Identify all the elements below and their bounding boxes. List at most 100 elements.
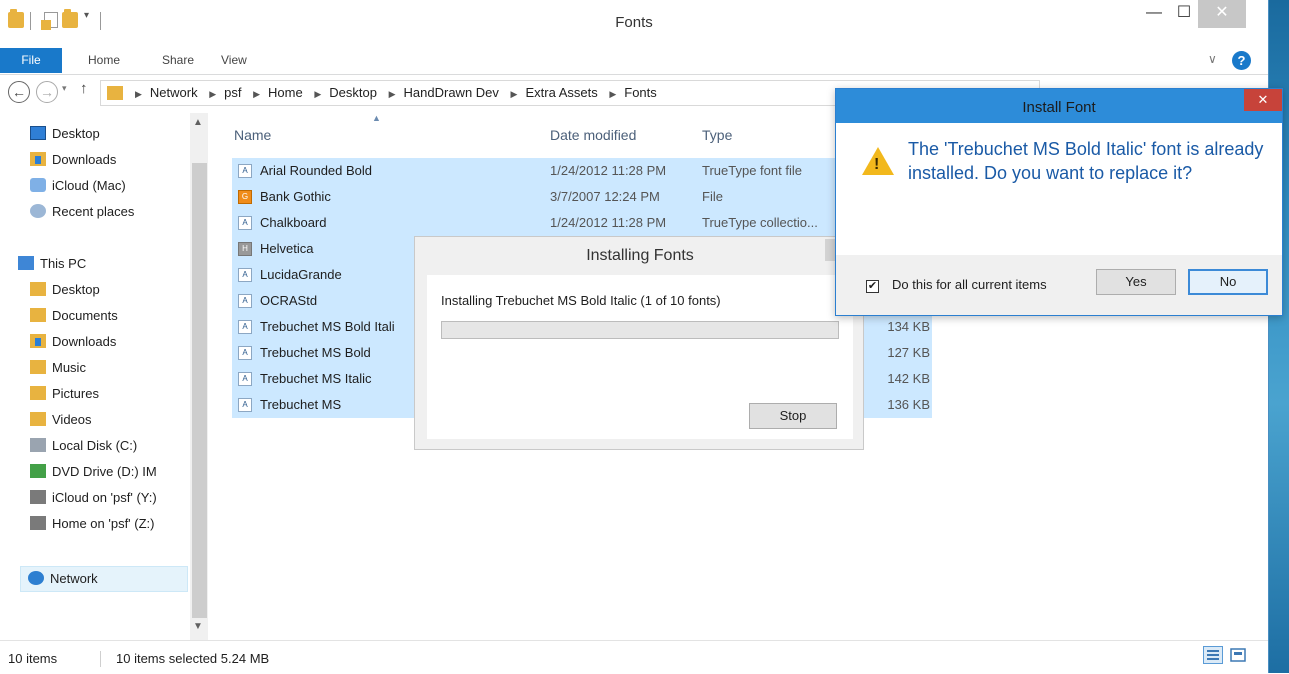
nav-item-downloads[interactable]: Downloads bbox=[30, 329, 116, 355]
breadcrumb-separator: ▶ bbox=[314, 89, 322, 99]
nav-item-pictures[interactable]: Pictures bbox=[30, 381, 99, 407]
nav-item-music[interactable]: Music bbox=[30, 355, 86, 381]
tab-view[interactable]: View bbox=[221, 48, 247, 73]
explorer-window: ▾ Fonts — ☐ ✕ File Home Share View ∨ ? ←… bbox=[0, 0, 1283, 674]
checkbox-label[interactable]: Do this for all current items bbox=[892, 277, 1047, 292]
column-header-type[interactable]: Type bbox=[702, 121, 732, 149]
file-name: OCRAStd bbox=[260, 293, 318, 308]
nav-item-documents[interactable]: Documents bbox=[30, 303, 118, 329]
file-type: TrueType collectio... bbox=[702, 215, 818, 230]
nav-item-icloud-y[interactable]: iCloud on 'psf' (Y:) bbox=[30, 485, 188, 511]
nav-item-label: Documents bbox=[52, 308, 118, 323]
nav-item-label: Desktop bbox=[52, 126, 100, 141]
recent-locations-icon[interactable]: ▾ bbox=[62, 83, 67, 94]
recent-places-icon bbox=[30, 204, 46, 218]
nav-item-videos[interactable]: Videos bbox=[30, 407, 92, 433]
column-header-date[interactable]: Date modified bbox=[550, 121, 636, 149]
file-name: Trebuchet MS Bold bbox=[260, 345, 371, 360]
folder-icon bbox=[107, 86, 123, 100]
column-header-name[interactable]: Name bbox=[234, 121, 271, 149]
computer-icon bbox=[18, 256, 34, 270]
icloud-icon bbox=[30, 178, 46, 192]
no-button[interactable]: No bbox=[1188, 269, 1268, 295]
close-icon[interactable]: ✕ bbox=[1244, 89, 1282, 111]
ribbon-tabs: File Home Share View ∨ ? bbox=[0, 48, 1268, 75]
tab-share[interactable]: Share bbox=[162, 48, 194, 73]
file-name: LucidaGrande bbox=[260, 267, 342, 282]
stop-button[interactable]: Stop bbox=[749, 403, 837, 429]
forward-button[interactable]: → bbox=[36, 81, 58, 103]
nav-item-network[interactable]: Network bbox=[28, 566, 98, 592]
nav-item-label: Pictures bbox=[52, 386, 99, 401]
nav-item-desktop[interactable]: Desktop bbox=[30, 277, 100, 303]
breadcrumb-desktop[interactable]: Desktop bbox=[329, 85, 377, 100]
nav-item-desktop[interactable]: Desktop bbox=[30, 121, 100, 147]
dialog-title: Installing Fonts bbox=[586, 247, 694, 264]
tab-file[interactable]: File bbox=[0, 48, 62, 73]
maximize-button[interactable]: ☐ bbox=[1170, 0, 1198, 28]
breadcrumb-extra-assets[interactable]: Extra Assets bbox=[525, 85, 597, 100]
file-name: Bank Gothic bbox=[260, 189, 331, 204]
details-view-icon[interactable] bbox=[1203, 646, 1223, 664]
breadcrumb-psf[interactable]: psf bbox=[224, 85, 241, 100]
warning-mark: ! bbox=[874, 156, 880, 173]
large-icons-view-icon[interactable] bbox=[1228, 646, 1248, 664]
downloads-icon bbox=[30, 152, 46, 166]
help-icon[interactable]: ? bbox=[1232, 51, 1251, 70]
nav-item-label: Desktop bbox=[52, 282, 100, 297]
nav-item-downloads[interactable]: Downloads bbox=[30, 147, 116, 173]
nav-item-label: Recent places bbox=[52, 204, 135, 219]
file-name: Trebuchet MS bbox=[260, 397, 342, 412]
dialog-body: Installing Trebuchet MS Bold Italic (1 o… bbox=[427, 275, 853, 439]
expand-ribbon-icon[interactable]: ∨ bbox=[1208, 52, 1217, 66]
network-drive-icon bbox=[30, 516, 46, 530]
close-button[interactable]: ✕ bbox=[1198, 0, 1246, 28]
file-row[interactable]: A Chalkboard 1/24/2012 11:28 PM TrueType co… bbox=[232, 210, 932, 237]
breadcrumb-home[interactable]: Home bbox=[268, 85, 303, 100]
breadcrumb-fonts[interactable]: Fonts bbox=[624, 85, 657, 100]
nav-item-this-pc[interactable]: This PC bbox=[18, 251, 86, 277]
file-name: Arial Rounded Bold bbox=[260, 163, 373, 178]
file-size: 127 KB bbox=[887, 345, 930, 360]
nav-item-recent-places[interactable]: Recent places bbox=[30, 199, 134, 225]
file-date: 1/24/2012 11:28 PM bbox=[550, 215, 667, 230]
font-file-icon: A bbox=[238, 346, 252, 360]
nav-item-dvd-drive[interactable]: DVD Drive (D:) IM bbox=[30, 459, 188, 485]
nav-item-label: Network bbox=[50, 571, 98, 586]
install-font-dialog: Install Font ✕ ! The 'Trebuchet MS Bold … bbox=[835, 88, 1283, 316]
item-count: 10 items bbox=[8, 651, 58, 666]
file-row[interactable]: A Arial Rounded Bold 1/24/2012 11:28 PM Tru… bbox=[232, 158, 932, 185]
nav-item-label: DVD Drive (D:) IM bbox=[52, 464, 157, 479]
nav-item-local-disk[interactable]: Local Disk (C:) bbox=[30, 433, 137, 459]
nav-item-icloud[interactable]: iCloud (Mac) bbox=[30, 173, 126, 199]
font-file-icon: A bbox=[238, 320, 252, 334]
status-divider bbox=[100, 651, 101, 667]
nav-scrollbar-thumb[interactable] bbox=[192, 163, 207, 618]
breadcrumb-separator: ▶ bbox=[609, 89, 617, 99]
file-name: Helvetica bbox=[260, 241, 314, 256]
breadcrumb-separator: ▶ bbox=[253, 89, 261, 99]
scroll-down-icon[interactable]: ▼ bbox=[193, 621, 203, 632]
tab-home[interactable]: Home bbox=[88, 48, 120, 73]
apply-to-all-checkbox[interactable]: ✔ bbox=[866, 280, 879, 293]
font-file-icon: A bbox=[238, 372, 252, 386]
file-size: 136 KB bbox=[887, 397, 930, 412]
scroll-up-icon[interactable]: ▲ bbox=[193, 117, 203, 128]
breadcrumb-network[interactable]: Network bbox=[150, 85, 198, 100]
back-button[interactable]: ← bbox=[8, 81, 30, 103]
yes-button[interactable]: Yes bbox=[1096, 269, 1176, 295]
file-row[interactable]: G Bank Gothic 3/7/2007 12:24 PM File bbox=[232, 184, 932, 211]
nav-item-home-z[interactable]: Home on 'psf' (Z:) bbox=[30, 511, 188, 537]
sort-indicator-icon: ▲ bbox=[372, 113, 381, 123]
breadcrumb-separator: ▶ bbox=[209, 89, 217, 99]
breadcrumb: ▶ Network ▶ psf ▶ Home ▶ Desktop ▶ HandDrawn … bbox=[127, 85, 657, 100]
title-bar: ▾ Fonts — ☐ ✕ bbox=[0, 0, 1268, 48]
up-button[interactable]: ↑ bbox=[80, 80, 88, 97]
font-file-icon: A bbox=[238, 268, 252, 282]
minimize-button[interactable]: — bbox=[1138, 0, 1170, 28]
nav-item-label: Home on 'psf' (Z:) bbox=[52, 516, 155, 531]
breadcrumb-handdrawn-dev[interactable]: HandDrawn Dev bbox=[404, 85, 499, 100]
desktop-icon bbox=[30, 126, 46, 140]
file-type: File bbox=[702, 189, 723, 204]
breadcrumb-separator: ▶ bbox=[388, 89, 396, 99]
